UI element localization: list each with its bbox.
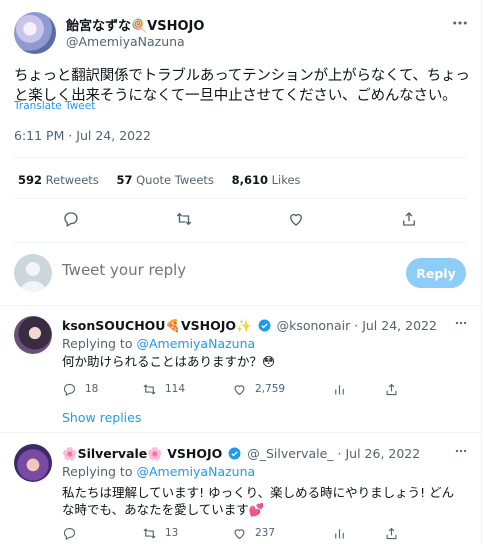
more-options-icon[interactable] [454,316,468,333]
divider [0,305,482,306]
retweet-action[interactable]: 114 [142,380,185,398]
more-options-icon[interactable] [454,444,468,461]
reply-input[interactable] [62,261,362,279]
retweets-stat[interactable]: 592 Retweets [18,173,99,187]
avatar[interactable] [14,316,52,354]
replying-to-mention[interactable]: @AmemiyaNazuna [136,464,255,479]
avatar [14,254,52,292]
quotes-stat[interactable]: 57 Quote Tweets [116,173,213,187]
share-action[interactable] [384,524,407,542]
reply-header: 🌸Silvervale🌸 VSHOJO @_Silvervale_ · Jul … [62,446,420,463]
more-options-icon[interactable] [450,14,470,34]
verified-badge-icon [258,319,271,335]
share-icon [386,527,397,539]
reply-tweet[interactable]: 🌸Silvervale🌸 VSHOJO @_Silvervale_ · Jul … [0,444,482,544]
author-handle[interactable]: @AmemiyaNazuna [66,34,185,49]
tweet-stats: 592 Retweets 57 Quote Tweets 8,610 Likes [18,173,315,187]
like-action[interactable]: 2,759 [232,380,285,398]
dot-separator: · [354,318,359,333]
replying-to-label: Replying to [62,336,133,351]
divider [14,242,467,243]
tweet-timestamp[interactable]: 6:11 PM · Jul 24, 2022 [14,128,151,143]
analytics-icon [335,528,344,538]
reply-icon[interactable] [60,208,82,230]
reply-text: 私たちは理解しています! ゆっくり、楽しめる時にやりましょう! どんな時でも、あ… [62,485,455,517]
reply-date[interactable]: Jul 26, 2022 [345,446,420,461]
avatar[interactable] [14,444,52,482]
share-icon [386,383,397,395]
divider [0,432,482,433]
likes-count: 8,610 [231,173,268,187]
reply-text: 何か助けられることはありますか？😳 [62,354,276,369]
quotes-count: 57 [116,173,133,187]
verified-badge-icon [228,447,241,463]
quotes-label: Quote Tweets [136,173,214,187]
avatar[interactable] [14,12,56,54]
tweet-action-bar [0,208,482,232]
replying-to: Replying to @AmemiyaNazuna [62,336,255,351]
retweet-icon [143,383,156,395]
divider [14,157,467,158]
likes-stat[interactable]: 8,610 Likes [232,173,301,187]
reply-display-name[interactable]: 🌸Silvervale🌸 VSHOJO [62,446,222,461]
like-action[interactable]: 237 [232,524,275,542]
translate-tweet-link[interactable]: Translate Tweet [14,100,95,112]
replying-to: Replying to @AmemiyaNazuna [62,464,255,479]
share-action[interactable] [384,380,407,398]
like-icon [234,528,245,539]
reply-handle[interactable]: @ksononair [277,318,351,333]
reply-action[interactable]: 18 [62,380,98,398]
reply-icon [63,383,76,396]
reply-action-bar: 18 114 2,759 [62,380,462,398]
reply-action[interactable] [62,524,85,542]
dot-separator: · [337,446,342,461]
like-icon [234,384,245,395]
retweet-count: 114 [165,383,186,395]
tweet-thread-panel: 飴宮なずな🍭VSHOJO @AmemiyaNazuna ちょっと翻訳関係でトラブ… [0,0,482,544]
reply-tweet[interactable]: ksonSOUCHOU🍕VSHOJO✨ @ksononair · Jul 24,… [0,316,482,434]
analytics-action[interactable] [332,380,355,398]
share-icon[interactable] [398,208,420,230]
divider [14,198,467,199]
retweets-label: Retweets [45,173,99,187]
reply-count: 18 [85,383,99,395]
retweet-icon [143,527,156,539]
replying-to-mention[interactable]: @AmemiyaNazuna [136,336,255,351]
reply-handle[interactable]: @_Silvervale_ [247,446,333,461]
like-count: 237 [255,527,276,539]
reply-display-name[interactable]: ksonSOUCHOU🍕VSHOJO✨ [62,318,252,333]
likes-label: Likes [271,173,301,187]
main-tweet-header: 飴宮なずな🍭VSHOJO @AmemiyaNazuna [14,12,470,56]
reply-header: ksonSOUCHOU🍕VSHOJO✨ @ksononair · Jul 24,… [62,318,437,335]
retweet-action[interactable]: 13 [142,524,178,542]
author-display-name[interactable]: 飴宮なずな🍭VSHOJO [66,15,204,34]
analytics-action[interactable] [332,524,355,542]
reply-action-bar: 13 237 [62,524,462,542]
reply-button[interactable]: Reply [406,258,466,288]
reply-date[interactable]: Jul 24, 2022 [362,318,437,333]
show-replies-link[interactable]: Show replies [62,410,141,425]
reply-composer: Reply [14,252,470,296]
like-icon[interactable] [285,208,307,230]
replying-to-label: Replying to [62,464,133,479]
retweet-icon[interactable] [173,208,195,230]
retweet-count: 13 [165,527,179,539]
reply-icon [63,527,76,540]
like-count: 2,759 [255,383,286,395]
analytics-icon [335,384,344,394]
retweets-count: 592 [18,173,43,187]
